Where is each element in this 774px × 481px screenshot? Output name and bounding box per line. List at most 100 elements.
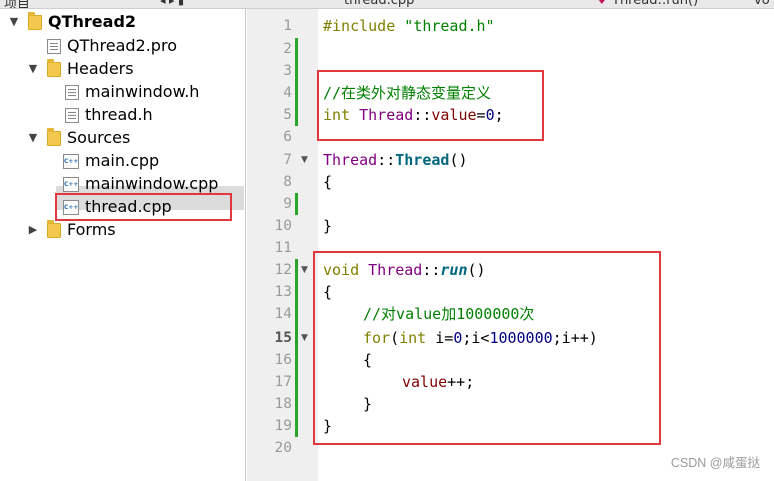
qt-project-folder-icon	[28, 12, 42, 30]
code-line-13[interactable]: {	[323, 281, 332, 303]
source-file-label: mainwindow.cpp	[85, 174, 219, 193]
changed-lines-marker	[295, 193, 298, 215]
line-number-current: 15	[274, 330, 292, 346]
nav-arrows-icon[interactable]: ◂ ▸ ▮	[160, 0, 184, 7]
headers-label: Headers	[67, 59, 134, 78]
tree-headers-folder[interactable]: ▼ Headers	[0, 58, 240, 80]
parens: ()	[467, 261, 486, 279]
member-name: value	[402, 373, 448, 391]
include-string: "thread.h"	[404, 17, 495, 35]
class-name: Thread	[368, 261, 423, 279]
source-file-label: main.cpp	[85, 151, 160, 170]
tree-source-file-selected[interactable]: C++ thread.cpp	[0, 196, 240, 218]
code-line-1[interactable]: #include "thread.h"	[323, 15, 495, 37]
code-comment: //对value加1000000次	[363, 305, 535, 323]
keyword: void	[323, 261, 360, 279]
code-text: i=	[426, 329, 454, 347]
brace: {	[363, 351, 373, 369]
editor-tab-title[interactable]: thread.cpp	[344, 0, 414, 8]
forms-label: Forms	[67, 220, 116, 239]
line-number: 10	[274, 218, 292, 234]
scope-operator: ::	[422, 261, 441, 279]
fold-arrow-icon[interactable]: ▼	[301, 327, 308, 349]
line-number: 14	[274, 306, 292, 322]
line-number: 9	[283, 196, 292, 212]
tree-header-file[interactable]: mainwindow.h	[0, 81, 240, 103]
code-line-5[interactable]: int Thread::value=0;	[323, 104, 504, 126]
chevron-right-icon[interactable]: ▶	[27, 219, 39, 241]
brace: {	[323, 283, 333, 301]
toolbar-left-text: 项目	[4, 0, 31, 9]
semicolon: ;	[494, 106, 504, 124]
fold-arrow-icon[interactable]: ▼	[301, 149, 308, 171]
tree-sources-folder[interactable]: ▼ Sources	[0, 127, 240, 149]
line-number: 5	[283, 107, 292, 123]
line-number: 7	[283, 152, 292, 168]
source-file-label: thread.cpp	[85, 197, 172, 216]
line-number: 6	[283, 129, 292, 145]
tree-source-file[interactable]: C++ mainwindow.cpp	[0, 173, 240, 195]
code-text: ++;	[447, 373, 475, 391]
function-crumb[interactable]: Thread::run()	[612, 0, 698, 8]
line-number: 11	[274, 240, 292, 256]
class-name: Thread	[323, 151, 378, 169]
line-number: 17	[274, 374, 292, 390]
constructor-name: Thread	[395, 151, 450, 169]
changed-lines-marker	[295, 259, 298, 437]
code-text: ;i++)	[552, 329, 598, 347]
code-line-19[interactable]: }	[323, 415, 332, 437]
brace: {	[323, 173, 333, 191]
code-line-14[interactable]: //对value加1000000次	[363, 303, 534, 325]
code-line-7[interactable]: Thread::Thread()	[323, 149, 468, 171]
tree-project-node[interactable]: ▼ QThread2	[0, 11, 240, 33]
scope-operator: ::	[413, 106, 432, 124]
number-literal: 1000000	[489, 329, 553, 347]
class-name: Thread	[359, 106, 414, 124]
project-name: QThread2	[48, 12, 137, 31]
line-number: 3	[283, 63, 292, 79]
cpp-file-icon: C++	[63, 177, 79, 192]
keyword: int	[323, 106, 351, 124]
pro-file-label: QThread2.pro	[67, 36, 177, 55]
assign-operator: =	[476, 106, 486, 124]
code-line-18[interactable]: }	[363, 393, 372, 415]
top-toolbar: 项目 ◂ ▸ ▮ thread.cpp ♦ Thread::run() vo	[0, 0, 774, 9]
brace: }	[323, 217, 333, 235]
header-file-label: thread.h	[85, 105, 153, 124]
line-number: 1	[283, 18, 292, 34]
number-literal: 0	[453, 329, 463, 347]
cpp-file-icon: C++	[63, 154, 79, 169]
headers-folder-icon	[47, 59, 61, 77]
line-number: 4	[283, 85, 292, 101]
code-line-12[interactable]: void Thread::run()	[323, 259, 486, 281]
code-text: ;i<	[462, 329, 490, 347]
paren: (	[390, 329, 400, 347]
watermark: CSDN @咸蛋挞	[670, 456, 760, 470]
sources-folder-icon	[47, 128, 61, 146]
code-line-8[interactable]: {	[323, 171, 332, 193]
tree-pro-file[interactable]: QThread2.pro	[0, 35, 240, 57]
cpp-file-icon: C++	[63, 200, 79, 215]
code-line-15[interactable]: for(int i=0;i<1000000;i++)	[363, 327, 598, 349]
chevron-down-icon[interactable]: ▼	[27, 127, 39, 149]
code-comment: //在类外对静态变量定义	[323, 84, 492, 102]
line-number: 12	[274, 262, 292, 278]
chevron-down-icon[interactable]: ▼	[27, 58, 39, 80]
pro-file-icon	[47, 39, 61, 54]
header-file-label: mainwindow.h	[85, 82, 200, 101]
line-number: 19	[274, 418, 292, 434]
fold-arrow-icon[interactable]: ▼	[301, 259, 308, 281]
tree-forms-folder[interactable]: ▶ Forms	[0, 219, 240, 241]
line-number: 16	[274, 352, 292, 368]
tree-source-file[interactable]: C++ main.cpp	[0, 150, 240, 172]
code-line-4[interactable]: //在类外对静态变量定义	[323, 82, 491, 104]
code-line-16[interactable]: {	[363, 349, 372, 371]
tree-header-file[interactable]: thread.h	[0, 104, 240, 126]
code-line-17[interactable]: value++;	[402, 371, 474, 393]
changed-lines-marker	[295, 38, 298, 126]
code-line-10[interactable]: }	[323, 215, 332, 237]
parens: ()	[449, 151, 468, 169]
chevron-down-icon[interactable]: ▼	[8, 11, 20, 33]
line-number: 13	[274, 284, 292, 300]
keyword: int	[399, 329, 427, 347]
